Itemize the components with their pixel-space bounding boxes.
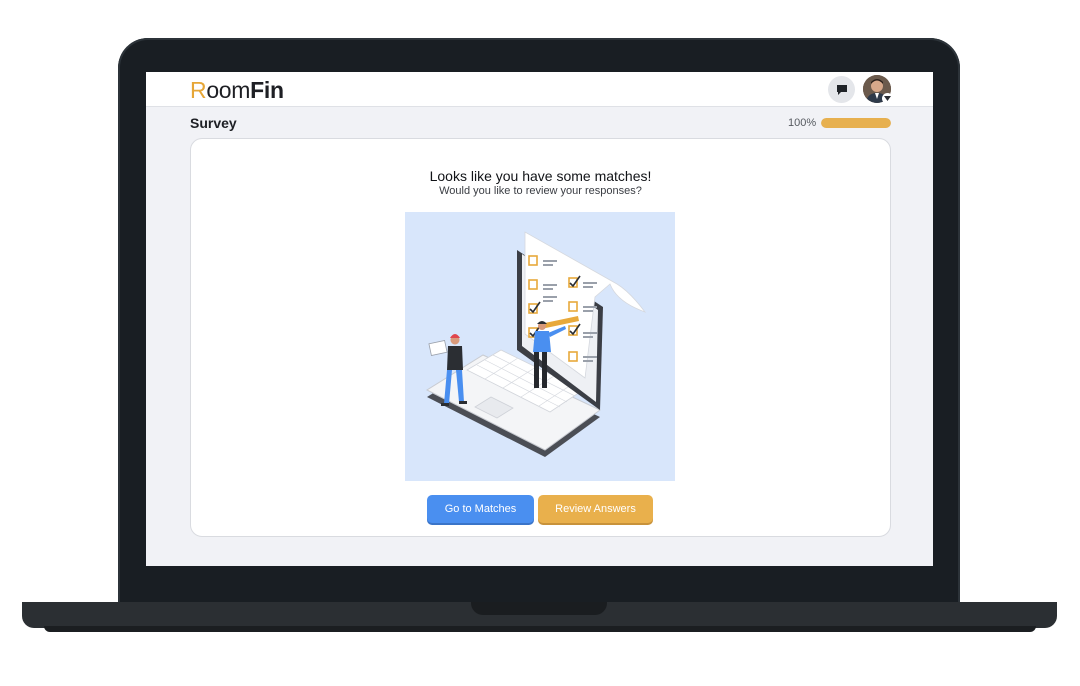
progress-label: 100%: [788, 117, 817, 129]
laptop-base-lip: [44, 626, 1036, 632]
review-answers-button[interactable]: Review Answers: [538, 495, 653, 523]
chat-button[interactable]: [828, 76, 855, 103]
chevron-down-icon[interactable]: [882, 93, 893, 104]
result-card: Looks like you have some matches! Would …: [190, 138, 891, 537]
top-bar: RoomFin: [146, 72, 933, 107]
progress-bar: [821, 118, 891, 128]
progress-fill: [821, 118, 891, 128]
roomfin-logo[interactable]: RoomFin: [190, 77, 284, 104]
go-to-matches-button[interactable]: Go to Matches: [427, 495, 534, 523]
page-title: Survey: [190, 115, 237, 131]
app-screen: RoomFin Survey 100% Looks like you have …: [146, 72, 933, 566]
laptop-notch: [471, 602, 607, 615]
chat-bubble-icon: [836, 84, 847, 95]
result-subheading: Would you like to review your responses?: [439, 185, 642, 197]
checklist-laptop-illustration: [405, 212, 675, 481]
result-heading: Looks like you have some matches!: [429, 168, 652, 184]
